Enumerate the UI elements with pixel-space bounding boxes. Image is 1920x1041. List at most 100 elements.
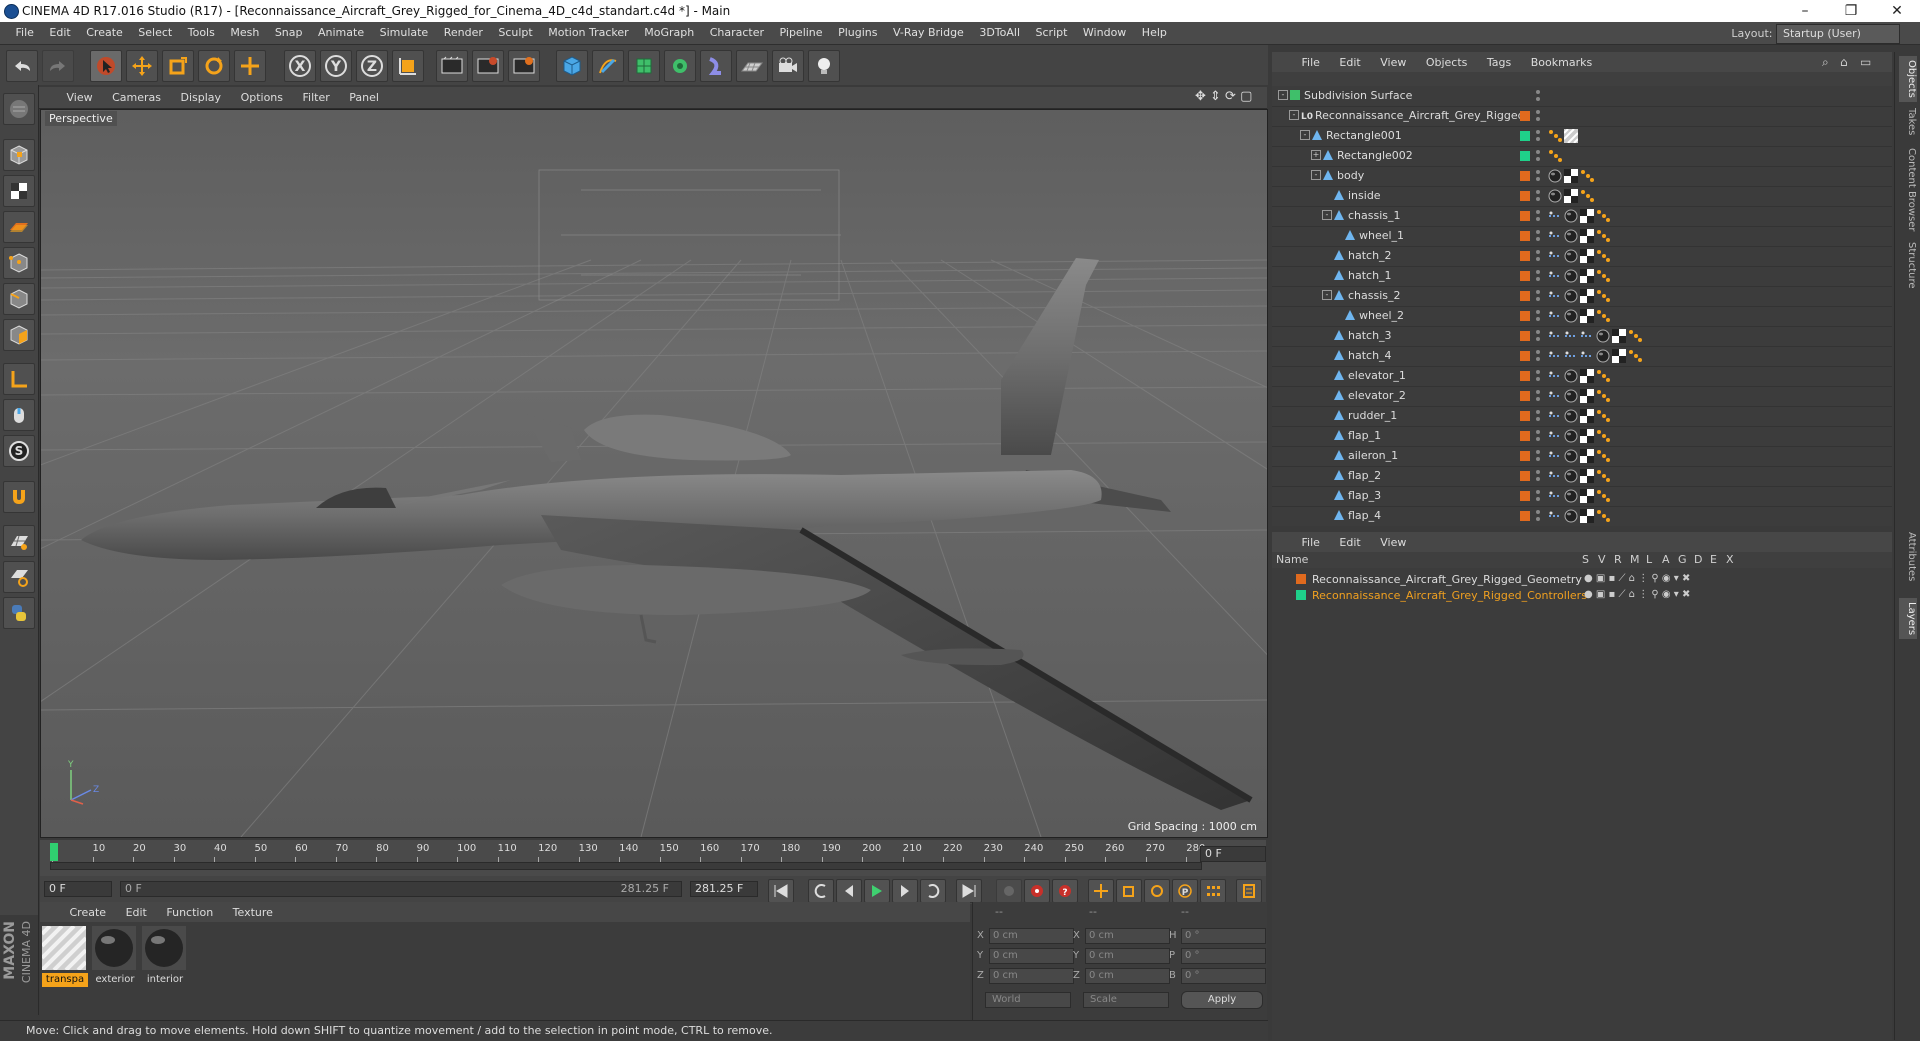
lm-menu-view[interactable]: View [1372,532,1414,553]
object-name[interactable]: elevator_2 [1348,389,1406,402]
ik-tag-icon[interactable] [1580,169,1594,183]
axis-mode-icon[interactable] [3,363,35,395]
coord-rot-b-field[interactable]: 0 ° [1181,968,1266,984]
x-axis-lock-button[interactable]: X [284,50,316,82]
material-exterior[interactable]: exterior [92,926,138,986]
menu-mesh[interactable]: Mesh [224,22,265,44]
material-tag-icon[interactable] [1596,329,1610,343]
object-row[interactable]: - L0 Reconnaissance_Aircraft_Grey_Rigged [1272,106,1892,127]
key-parameter-icon[interactable]: P [1172,879,1198,903]
constraint-tag-icon[interactable] [1548,249,1562,263]
object-row[interactable]: elevator_2 [1272,386,1892,407]
object-layer-swatch[interactable] [1520,131,1530,141]
object-name[interactable]: flap_2 [1348,469,1381,482]
visibility-toggle-icon[interactable] [1535,389,1541,403]
object-row[interactable]: - body [1272,166,1892,187]
current-frame-field[interactable]: 0 F [1200,846,1266,862]
om-menu-view[interactable]: View [1372,52,1414,73]
coordinate-system-icon[interactable] [392,50,424,82]
object-row[interactable]: wheel_1 [1272,226,1892,247]
ik-tag-icon[interactable] [1596,409,1610,423]
material-tag-icon[interactable] [1564,429,1578,443]
collapse-icon[interactable]: - [1311,170,1321,180]
ik-tag-icon[interactable] [1548,149,1562,163]
menu-simulate[interactable]: Simulate [374,22,435,44]
layer-row-geometry[interactable]: Reconnaissance_Aircraft_Grey_Rigged_Geom… [1272,572,1892,588]
ik-tag-icon[interactable] [1628,349,1642,363]
key-pla-icon[interactable] [1200,879,1226,903]
object-layer-swatch[interactable] [1520,391,1530,401]
uvw-tag-icon[interactable] [1580,229,1594,243]
layout-dropdown[interactable]: Startup (User) [1776,24,1900,44]
uvw-tag-icon[interactable] [1580,249,1594,263]
object-row[interactable]: flap_2 [1272,466,1892,487]
object-layer-swatch[interactable] [1520,331,1530,341]
expand-icon[interactable]: + [1311,150,1321,160]
collapse-icon[interactable]: - [1289,110,1299,120]
object-row[interactable]: - chassis_2 [1272,286,1892,307]
object-layer-swatch[interactable] [1520,271,1530,281]
visibility-toggle-icon[interactable] [1535,269,1541,283]
object-row[interactable]: wheel_2 [1272,306,1892,327]
visibility-toggle-icon[interactable] [1535,429,1541,443]
object-name[interactable]: wheel_1 [1359,229,1404,242]
python-icon[interactable] [3,597,35,629]
om-menu-file[interactable]: File [1294,52,1328,73]
object-layer-swatch[interactable] [1520,371,1530,381]
subdivision-surface-icon[interactable] [628,50,660,82]
ik-tag-icon[interactable] [1596,469,1610,483]
visibility-toggle-icon[interactable] [1535,109,1541,123]
coord-pos-x[interactable]: X 0 cm [977,928,1074,944]
side-tab-objects[interactable]: Objects [1899,56,1917,102]
object-row[interactable]: rudder_1 [1272,406,1892,427]
uvw-tag-icon[interactable] [1580,429,1594,443]
coord-pos-z-field[interactable]: 0 cm [989,968,1074,984]
object-layer-swatch[interactable] [1520,451,1530,461]
material-tag-icon[interactable] [1564,389,1578,403]
coord-mode-world-dropdown[interactable]: World [985,992,1071,1008]
redo-icon[interactable] [42,50,74,82]
selection-arrow-icon[interactable] [90,50,122,82]
viewport-menu-panel[interactable]: Panel [341,87,387,108]
visibility-toggle-icon[interactable] [1535,289,1541,303]
object-layer-swatch[interactable] [1520,351,1530,361]
ik-tag-icon[interactable] [1596,369,1610,383]
menu-3dtoall[interactable]: 3DToAll [973,22,1026,44]
object-name[interactable]: Subdivision Surface [1304,89,1412,102]
ik-tag-icon[interactable] [1628,329,1642,343]
coord-size-y[interactable]: Y 0 cm [1073,948,1170,964]
material-tag-icon[interactable] [1564,229,1578,243]
constraint-tag-icon[interactable] [1580,329,1594,343]
viewport-menu-cameras[interactable]: Cameras [104,87,169,108]
coord-pos-y-field[interactable]: 0 cm [989,948,1074,964]
om-new-window-icon[interactable]: ▭ [1860,55,1871,69]
visibility-toggle-icon[interactable] [1535,369,1541,383]
object-layer-swatch[interactable] [1520,431,1530,441]
ik-tag-icon[interactable] [1580,189,1594,203]
object-row[interactable]: elevator_1 [1272,366,1892,387]
material-tag-icon[interactable] [1596,349,1610,363]
object-layer-swatch[interactable] [1520,231,1530,241]
visibility-toggle-icon[interactable] [1535,409,1541,423]
object-row[interactable]: flap_3 [1272,486,1892,507]
side-tab-layers[interactable]: Layers [1899,598,1917,640]
viewport-navigation-icons[interactable]: ✥ ⇕ ⟳ ▢ [1195,89,1252,104]
object-name[interactable]: hatch_4 [1348,349,1392,362]
edges-mode-icon[interactable] [3,283,35,315]
menu-file[interactable]: File [10,22,40,44]
ik-tag-icon[interactable] [1596,289,1610,303]
visibility-toggle-icon[interactable] [1535,209,1541,223]
object-layer-swatch[interactable] [1520,511,1530,521]
constraint-tag-icon[interactable] [1548,209,1562,223]
menu-snap[interactable]: Snap [269,22,309,44]
z-axis-lock-button[interactable]: Z [356,50,388,82]
visibility-toggle-icon[interactable] [1535,509,1541,523]
maximize-button[interactable]: ❐ [1828,0,1874,22]
autokeying-icon[interactable] [1024,879,1050,903]
object-layer-swatch[interactable] [1520,191,1530,201]
previous-frame-icon[interactable] [836,879,862,903]
object-name[interactable]: hatch_2 [1348,249,1392,262]
constraint-tag-icon[interactable] [1548,229,1562,243]
constraint-tag-icon[interactable] [1548,269,1562,283]
previous-key-icon[interactable] [808,879,834,903]
